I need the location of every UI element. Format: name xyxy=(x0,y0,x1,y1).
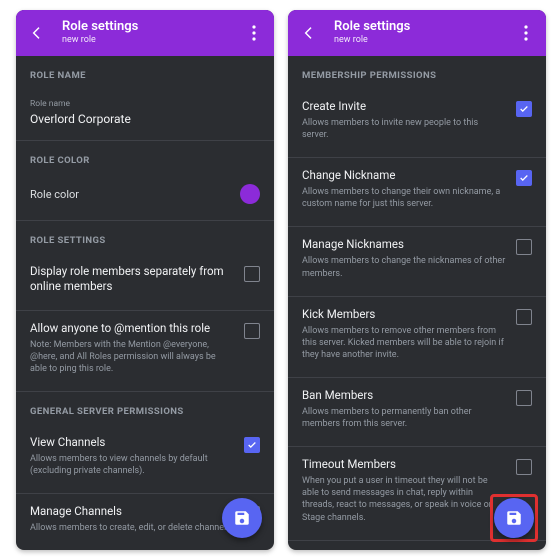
role-color-swatch xyxy=(240,184,260,204)
checkbox-icon[interactable] xyxy=(516,390,532,406)
item-title: Manage Nicknames xyxy=(302,237,506,252)
save-fab-highlight xyxy=(490,494,538,542)
toggle-view-channels[interactable]: View Channels Allows members to view cha… xyxy=(30,425,260,489)
item-title: Create Invite xyxy=(302,99,506,114)
appbar: Role settings new role xyxy=(16,10,274,56)
item-title: Display role members separately from onl… xyxy=(30,264,234,294)
item-desc: When you put a user in timeout they will… xyxy=(302,475,506,524)
section-role-color: ROLE COLOR xyxy=(30,141,260,174)
section-text-perms: TEXT CHANNEL PERMISSIONS xyxy=(302,541,532,550)
toggle-change-nickname[interactable]: Change Nickname Allows members to change… xyxy=(302,158,532,222)
item-desc: Note: Members with the Mention @everyone… xyxy=(30,339,234,375)
appbar-subtitle: new role xyxy=(62,36,244,46)
more-icon[interactable] xyxy=(244,25,264,41)
item-title: Ban Members xyxy=(302,388,506,403)
item-desc: Allows members to remove other members f… xyxy=(302,325,506,361)
save-fab[interactable] xyxy=(494,498,534,538)
phone-right: Role settings new role MEMBERSHIP PERMIS… xyxy=(288,10,546,550)
checkbox-icon[interactable] xyxy=(244,266,260,282)
role-color-row[interactable]: Role color xyxy=(30,174,260,216)
role-name-field[interactable]: Role name Overlord Corporate xyxy=(30,89,260,136)
toggle-create-invite[interactable]: Create Invite Allows members to invite n… xyxy=(302,89,532,153)
section-role-settings: ROLE SETTINGS xyxy=(30,221,260,254)
item-desc: Allows members to invite new people to t… xyxy=(302,117,506,141)
checkbox-icon[interactable] xyxy=(244,437,260,453)
item-desc: Allows members to create, edit, or delet… xyxy=(30,522,234,534)
save-icon xyxy=(233,509,251,527)
role-name-value: Overlord Corporate xyxy=(30,112,260,126)
role-name-label: Role name xyxy=(30,99,260,109)
appbar-title: Role settings xyxy=(62,20,244,34)
section-role-name: ROLE NAME xyxy=(30,56,260,89)
section-general-perms: GENERAL SERVER PERMISSIONS xyxy=(30,392,260,425)
checkbox-icon[interactable] xyxy=(516,459,532,475)
save-fab[interactable] xyxy=(222,498,262,538)
appbar-subtitle: new role xyxy=(334,36,516,46)
more-icon[interactable] xyxy=(516,25,536,41)
save-icon xyxy=(505,509,523,527)
item-title: View Channels xyxy=(30,435,234,450)
item-title: Manage Channels xyxy=(30,504,234,519)
appbar-titles: Role settings new role xyxy=(334,20,516,45)
checkbox-icon[interactable] xyxy=(516,309,532,325)
checkbox-icon[interactable] xyxy=(516,101,532,117)
item-title: Kick Members xyxy=(302,307,506,322)
toggle-kick-members[interactable]: Kick Members Allows members to remove ot… xyxy=(302,297,532,373)
toggle-ban-members[interactable]: Ban Members Allows members to permanentl… xyxy=(302,378,532,442)
checkbox-icon[interactable] xyxy=(516,239,532,255)
checkbox-icon[interactable] xyxy=(244,323,260,339)
item-title: Timeout Members xyxy=(302,457,506,472)
item-desc: Allows members to change the nicknames o… xyxy=(302,255,506,279)
appbar: Role settings new role xyxy=(288,10,546,56)
item-title: Allow anyone to @mention this role xyxy=(30,321,234,336)
checkbox-icon[interactable] xyxy=(516,170,532,186)
back-icon[interactable] xyxy=(26,22,48,44)
toggle-manage-nicknames[interactable]: Manage Nicknames Allows members to chang… xyxy=(302,227,532,291)
item-desc: Allows members to view channels by defau… xyxy=(30,453,234,477)
section-membership: MEMBERSHIP PERMISSIONS xyxy=(302,56,532,89)
item-desc: Allows members to permanently ban other … xyxy=(302,406,506,430)
item-desc: Allows members to change their own nickn… xyxy=(302,186,506,210)
role-color-label: Role color xyxy=(30,188,79,201)
appbar-title: Role settings xyxy=(334,20,516,34)
toggle-display-separately[interactable]: Display role members separately from onl… xyxy=(30,254,260,306)
back-icon[interactable] xyxy=(298,22,320,44)
item-title: Change Nickname xyxy=(302,168,506,183)
toggle-allow-mention[interactable]: Allow anyone to @mention this role Note:… xyxy=(30,311,260,387)
appbar-titles: Role settings new role xyxy=(62,20,244,45)
phone-left: Role settings new role ROLE NAME Role na… xyxy=(16,10,274,550)
